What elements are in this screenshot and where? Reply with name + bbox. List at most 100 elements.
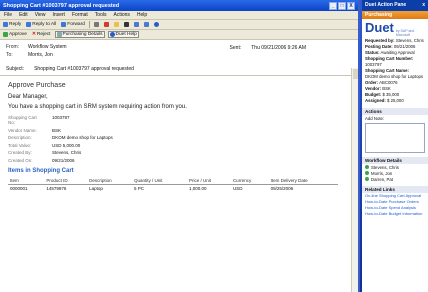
window-title: Shopping Cart #1003797 approval requeste… <box>3 2 120 9</box>
menu-format[interactable]: Format <box>72 12 88 18</box>
document-icon <box>56 32 62 37</box>
detail-row: Description: DKOM demo shop for Laptops <box>8 135 113 140</box>
menu-tools[interactable]: Tools <box>95 12 107 18</box>
purchase-info: Requested by: Stevens, Chris Posting Dat… <box>362 38 428 104</box>
help-button[interactable] <box>153 22 160 27</box>
table-row: 0000001 14579976 Laptop 5 PC 1,000.00 US… <box>8 184 338 192</box>
delete-button[interactable] <box>123 22 130 27</box>
detail-row: Total Value: USD 5,000.00 <box>8 142 81 148</box>
table-cell: 0000001 <box>10 185 28 191</box>
to-label: To: <box>6 52 13 58</box>
up-arrow-icon <box>133 22 139 27</box>
reply-all-icon <box>26 22 32 27</box>
cart-details: Shopping Cart No: 1003797 Vendor Name: BSK… <box>8 115 350 163</box>
forward-button[interactable]: Forward <box>60 22 86 27</box>
flag-button[interactable] <box>103 22 110 27</box>
pane-title-bar: Duet Action Pane x <box>362 0 428 11</box>
status-check-icon <box>365 165 369 169</box>
info-row: Shopping Cart Number: 1003797 <box>365 56 414 67</box>
status-check-icon <box>365 177 369 181</box>
related-links-heading: Related Links <box>362 186 428 193</box>
info-row: Assigned: $ 25,000 <box>365 98 404 103</box>
body-heading: Approve Purchase <box>8 82 66 89</box>
flag-icon <box>103 22 109 27</box>
reject-icon: ✕ <box>31 32 36 37</box>
detail-row: Vendor Name: BSK <box>8 127 62 133</box>
duet-logo: Duet by SAP and Microsoft <box>362 19 428 38</box>
message-window: Shopping Cart #1003797 approval requeste… <box>0 0 360 292</box>
column-header: Product ID <box>44 176 88 185</box>
table-cell: Laptop <box>89 185 103 191</box>
duet-action-pane: Duet Action Pane x Purchasing Duet by SA… <box>362 0 428 292</box>
move-button[interactable] <box>113 22 120 27</box>
table-cell: USD <box>232 185 243 191</box>
column-header: Item <box>8 176 45 185</box>
reply-all-button[interactable]: Reply to All <box>25 22 57 27</box>
down-arrow-icon <box>143 22 149 27</box>
table-cell: 14579976 <box>46 185 67 191</box>
message-body: Approve Purchase Dear Manager, You have … <box>0 76 358 292</box>
menu-view[interactable]: View <box>35 12 46 18</box>
detail-row: Created By: Stevens, Chris <box>8 150 82 155</box>
tab-purchasing[interactable]: Purchasing <box>362 11 428 19</box>
subject-label: Subject: <box>6 66 25 72</box>
menu-help[interactable]: Help <box>137 12 147 18</box>
maximize-button[interactable]: □ <box>338 1 346 10</box>
add-note-label: Add Note: <box>365 116 385 121</box>
message-header: From: Workflow System To: Morris, Jon Sent… <box>0 40 358 76</box>
reply-button[interactable]: Reply <box>2 22 22 27</box>
reply-icon <box>3 22 8 27</box>
previous-item-button[interactable] <box>133 22 140 27</box>
print-icon <box>93 22 99 27</box>
from-value[interactable]: Workflow System <box>28 44 67 50</box>
detail-row: Shopping Cart No: 1003797 <box>8 115 70 125</box>
workflow-item: Darren, Pat <box>362 176 428 182</box>
note-textarea[interactable] <box>365 123 425 153</box>
help-icon <box>153 22 159 27</box>
intro-text: You have a shopping cart in SRM system r… <box>8 104 187 110</box>
menu-actions[interactable]: Actions <box>113 12 129 18</box>
next-item-button[interactable] <box>143 22 150 27</box>
to-value[interactable]: Morris, Jon <box>28 52 53 58</box>
column-header: Item Delivery Date <box>268 176 338 185</box>
column-header: Description <box>87 176 132 185</box>
purchasing-details-button[interactable]: Purchasing Details <box>54 31 105 38</box>
title-bar: Shopping Cart #1003797 approval requeste… <box>0 0 358 11</box>
pane-close-icon[interactable]: x <box>422 2 425 9</box>
items-table: Item Product ID Description Quantity / U… <box>8 176 338 192</box>
table-cell: 1,000.00 <box>188 185 207 191</box>
folder-icon <box>113 22 119 27</box>
table-cell: 09/25/2006 <box>270 185 294 191</box>
related-link[interactable]: How-to-Date Budget Information <box>362 211 428 217</box>
duet-logo-tagline: by SAP and Microsoft <box>395 29 415 37</box>
column-header: Currency <box>230 176 269 185</box>
approve-icon <box>3 32 8 37</box>
detail-row: Created On: 09/21/2006 <box>8 157 75 163</box>
scrollbar-thumb[interactable] <box>353 69 358 79</box>
delete-icon <box>123 22 129 27</box>
pane-title: Duet Action Pane <box>365 2 407 8</box>
table-header-row: Item Product ID Description Quantity / U… <box>8 176 338 185</box>
actions-heading: Actions <box>362 108 428 115</box>
help-icon <box>109 32 115 37</box>
print-button[interactable] <box>93 22 100 27</box>
vertical-scrollbar[interactable] <box>351 68 358 292</box>
sent-label: Sent: <box>229 45 242 51</box>
close-button[interactable]: X <box>347 1 355 10</box>
menu-edit[interactable]: Edit <box>19 12 28 18</box>
toolbar-separator <box>88 21 90 28</box>
menu-file[interactable]: File <box>4 12 12 18</box>
column-header: Quantity / Unit <box>131 176 187 185</box>
toolbar-standard: Reply Reply to All Forward <box>0 20 358 30</box>
subject-value: Shopping Cart #1003797 approval requeste… <box>34 66 134 72</box>
table-cell: 5 PC <box>133 185 144 191</box>
from-label: From: <box>6 44 20 50</box>
approve-button[interactable]: Approve <box>2 32 28 37</box>
reject-button[interactable]: ✕ Reject <box>31 32 52 37</box>
toolbar-duet: Approve ✕ Reject Purchasing Details Duet … <box>0 30 358 40</box>
duet-help-button[interactable]: Duet Help <box>107 31 139 38</box>
menu-bar: File Edit View Insert Format Tools Actio… <box>0 11 358 20</box>
status-check-icon <box>365 171 369 175</box>
minimize-button[interactable]: _ <box>329 1 337 10</box>
menu-insert[interactable]: Insert <box>52 12 65 18</box>
